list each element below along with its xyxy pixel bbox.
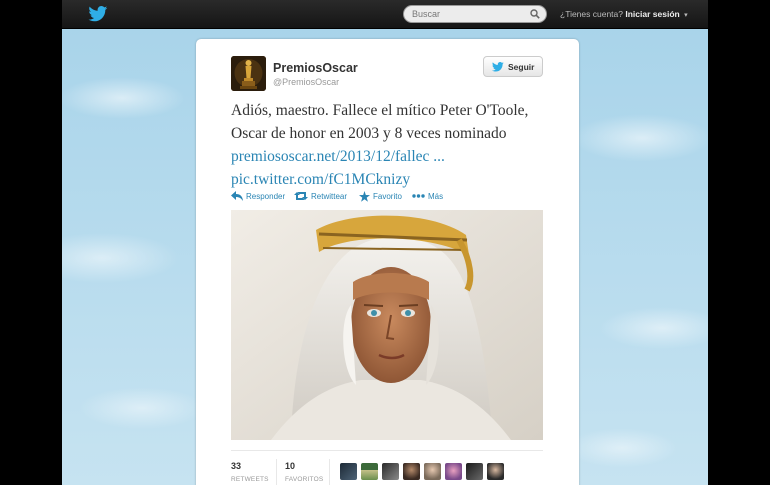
retweets-stat[interactable]: 33 RETWEETS bbox=[231, 461, 269, 483]
search-box[interactable] bbox=[403, 5, 547, 23]
avatar[interactable] bbox=[403, 463, 420, 480]
retweet-label: Retwittear bbox=[311, 192, 348, 201]
login-prompt: ¿Tienes cuenta? bbox=[560, 9, 623, 19]
login-area: ¿Tienes cuenta? Iniciar sesión ▾ bbox=[560, 9, 688, 19]
top-navigation-bar: ¿Tienes cuenta? Iniciar sesión ▾ bbox=[62, 0, 708, 29]
retweets-label: RETWEETS bbox=[231, 476, 269, 483]
more-button[interactable]: Más bbox=[412, 190, 448, 204]
favorites-count: 10 bbox=[285, 461, 296, 471]
oscar-statuette-image bbox=[231, 56, 266, 91]
reply-label: Responder bbox=[246, 192, 286, 201]
avatar[interactable] bbox=[361, 463, 378, 480]
login-link[interactable]: Iniciar sesión bbox=[625, 9, 679, 19]
retweet-icon bbox=[294, 192, 308, 200]
search-icon[interactable] bbox=[530, 9, 540, 19]
tweet-text: Adiós, maestro. Fallece el mítico Peter … bbox=[231, 99, 551, 191]
tweet-body: Adiós, maestro. Fallece el mítico Peter … bbox=[231, 102, 529, 142]
portrait-image bbox=[231, 210, 543, 440]
reply-button[interactable]: Responder bbox=[231, 190, 289, 204]
avatar[interactable] bbox=[466, 463, 483, 480]
retweets-count: 33 bbox=[231, 461, 242, 471]
avatar[interactable] bbox=[382, 463, 399, 480]
avatar[interactable] bbox=[424, 463, 441, 480]
more-icon bbox=[412, 194, 425, 198]
search-input[interactable] bbox=[412, 7, 522, 21]
reply-icon bbox=[231, 191, 243, 201]
favorites-label: FAVORITOS bbox=[285, 476, 324, 483]
tweet-photo[interactable] bbox=[231, 210, 543, 440]
favorite-button[interactable]: Favorito bbox=[359, 190, 407, 204]
favorites-stat[interactable]: 10 FAVORITOS bbox=[285, 461, 323, 483]
stats-divider-top bbox=[231, 450, 543, 451]
star-icon bbox=[359, 191, 370, 202]
avatar[interactable] bbox=[445, 463, 462, 480]
follow-label: Seguir bbox=[508, 62, 535, 72]
more-label: Más bbox=[428, 192, 444, 201]
article-link[interactable]: premiososcar.net/2013/12/fallec ... bbox=[231, 148, 445, 165]
browser-viewport: ¿Tienes cuenta? Iniciar sesión ▾ Premios… bbox=[62, 0, 708, 485]
avatar[interactable] bbox=[231, 56, 266, 91]
avatar[interactable] bbox=[487, 463, 504, 480]
stat-separator bbox=[276, 459, 277, 485]
avatar[interactable] bbox=[340, 463, 357, 480]
picture-link[interactable]: pic.twitter.com/fC1MCknizy bbox=[231, 171, 410, 188]
tweet-card: PremiosOscar @PremiosOscar Seguir Adiós,… bbox=[196, 39, 579, 485]
twitter-bird-icon[interactable] bbox=[88, 6, 108, 22]
chevron-down-icon[interactable]: ▾ bbox=[684, 12, 688, 19]
retweet-button[interactable]: Retwittear bbox=[294, 190, 356, 204]
favorite-label: Favorito bbox=[373, 192, 402, 201]
stat-separator bbox=[329, 459, 330, 485]
display-name[interactable]: PremiosOscar bbox=[273, 61, 358, 75]
user-handle[interactable]: @PremiosOscar bbox=[273, 77, 339, 87]
twitter-bird-icon bbox=[492, 62, 504, 72]
follow-button[interactable]: Seguir bbox=[483, 56, 543, 77]
